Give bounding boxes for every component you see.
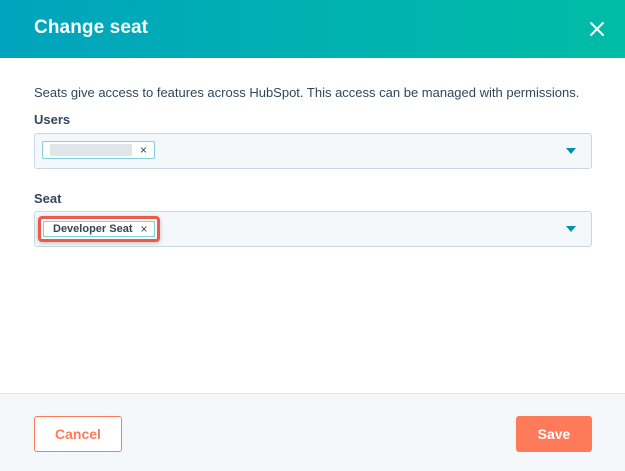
user-tag: × — [42, 141, 156, 159]
seat-select[interactable]: Developer Seat × — [34, 211, 592, 247]
close-icon[interactable] — [586, 18, 608, 40]
seat-tag-label: Developer Seat — [53, 223, 133, 235]
modal-header: Change seat — [0, 0, 625, 58]
save-button[interactable]: Save — [516, 416, 592, 452]
caret-down-icon[interactable] — [566, 226, 576, 232]
seat-label: Seat — [34, 191, 62, 206]
redacted-user-name — [50, 144, 132, 156]
seat-description: Seats give access to features across Hub… — [34, 85, 580, 100]
seat-tag: Developer Seat × — [43, 221, 155, 237]
modal-footer: Cancel Save — [0, 393, 625, 471]
users-select[interactable]: × — [34, 133, 592, 169]
remove-seat-icon[interactable]: × — [140, 222, 147, 236]
modal-title: Change seat — [34, 17, 149, 38]
remove-user-icon[interactable]: × — [140, 144, 147, 156]
change-seat-modal: Change seat Seats give access to feature… — [0, 0, 625, 471]
caret-down-icon[interactable] — [566, 148, 576, 154]
seat-tag-highlight: Developer Seat × — [38, 216, 160, 242]
users-label: Users — [34, 112, 71, 127]
cancel-button[interactable]: Cancel — [34, 416, 122, 452]
